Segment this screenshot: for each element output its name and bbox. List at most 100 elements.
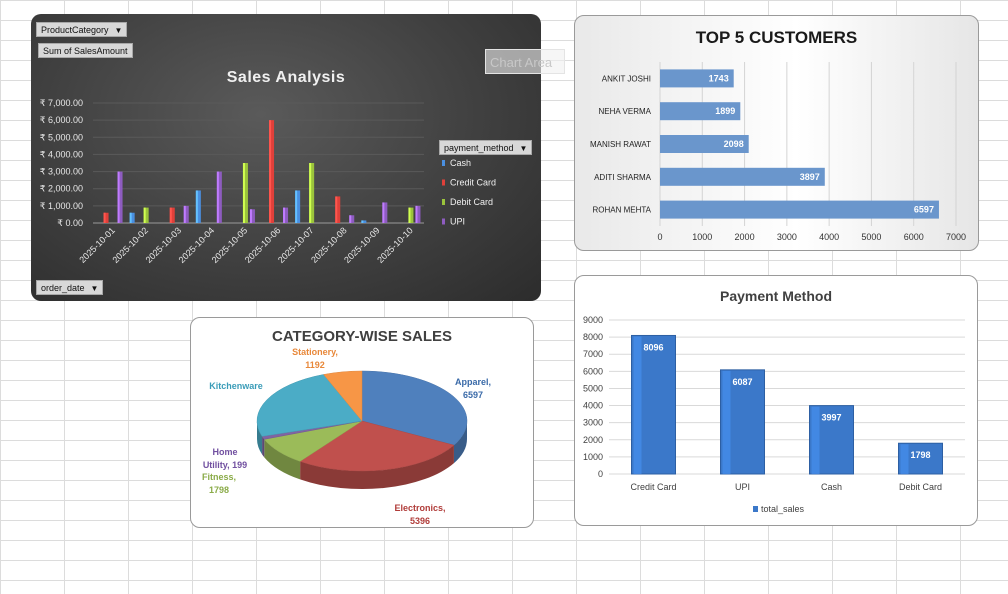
- customer-bar-label: 1743: [709, 73, 729, 83]
- sales-bar-highlight: [269, 120, 272, 223]
- y-tick-label: 4000: [583, 401, 603, 411]
- customer-bar: [660, 200, 939, 219]
- x-tick-label: 3000: [777, 232, 797, 242]
- payment-bar-highlight: [811, 406, 820, 474]
- chevron-down-icon: ▼: [519, 144, 528, 153]
- sales-bar-highlight: [349, 215, 352, 223]
- sales-bar-highlight: [242, 163, 245, 223]
- x-tick-label: 0: [657, 232, 662, 242]
- pie-slice-side: [262, 436, 265, 458]
- legend-swatch: [442, 160, 445, 166]
- chart-area-ghost-label: Chart Area: [485, 49, 565, 74]
- x-tick-label: Cash: [821, 482, 842, 492]
- sales-bar-highlight: [169, 207, 172, 223]
- x-tick-label: 2025-10-10: [375, 225, 415, 265]
- sales-bar-highlight: [216, 171, 219, 223]
- pie-label: Electronics,: [394, 503, 445, 513]
- legend-swatch: [753, 506, 758, 512]
- x-tick-label: Debit Card: [899, 482, 942, 492]
- y-tick-label: 6000: [583, 366, 603, 376]
- sales-bar-highlight: [129, 212, 132, 223]
- y-tick-label: ₹ 4,000.00: [40, 149, 83, 159]
- payment-bar-label: 6087: [732, 377, 752, 387]
- legend-swatch: [442, 218, 445, 225]
- legend-label: total_sales: [761, 504, 805, 514]
- x-tick-label: 6000: [904, 232, 924, 242]
- x-tick-label: 2000: [735, 232, 755, 242]
- customer-name-label: ROHAN MEHTA: [592, 206, 651, 215]
- legend-label: UPI: [450, 217, 465, 227]
- y-tick-label: ₹ 7,000.00: [40, 98, 83, 108]
- y-tick-label: 5000: [583, 383, 603, 393]
- pie-value-label: 6597: [463, 390, 483, 400]
- pie-value-label: 5396: [410, 516, 430, 526]
- legend-label: Debit Card: [450, 197, 493, 207]
- pie-label: Apparel,: [455, 377, 491, 387]
- customer-bar-label: 1899: [715, 106, 735, 116]
- legend-label: Cash: [450, 158, 471, 168]
- top-customers-chart[interactable]: TOP 5 CUSTOMERS 0 1000 2000 3000 4000 5000 600…: [574, 15, 979, 251]
- pie-value-label: 1192: [305, 360, 325, 370]
- customer-bar-label: 2098: [724, 139, 744, 149]
- customer-name-label: ANKIT JOSHI: [602, 74, 651, 83]
- sales-bar-highlight: [249, 209, 252, 223]
- x-tick-label: 1000: [692, 232, 712, 242]
- y-tick-label: ₹ 2,000.00: [40, 184, 83, 194]
- chevron-down-icon: ▼: [90, 284, 99, 293]
- x-tick-label: 4000: [819, 232, 839, 242]
- sales-analysis-chart[interactable]: ProductCategory ▼ Sum of SalesAmount Sale…: [31, 14, 541, 301]
- customer-bar-label: 3897: [800, 172, 820, 182]
- sales-bar-highlight: [295, 190, 298, 223]
- y-tick-label: 3000: [583, 418, 603, 428]
- y-tick-label: 0: [598, 469, 603, 479]
- sales-bar-highlight: [408, 207, 411, 223]
- payment-method-legend-label: payment_method: [444, 143, 514, 153]
- customer-name-label: MANISH RAWAT: [590, 140, 651, 149]
- top-customers-plot: 0 1000 2000 3000 4000 5000 6000 7000 1743 ANKIT J…: [590, 62, 966, 242]
- pie-label: Fitness,: [202, 472, 236, 482]
- sales-bar-highlight: [361, 220, 364, 223]
- customer-bar-label: 6597: [914, 205, 934, 215]
- x-tick-label: 7000: [946, 232, 966, 242]
- y-tick-label: 9000: [583, 315, 603, 325]
- payment-bar-highlight: [722, 370, 731, 474]
- order-date-axis-label: order_date: [41, 283, 85, 293]
- pie-label: Stationery,: [292, 347, 338, 357]
- legend-swatch: [442, 199, 445, 205]
- payment-bar-highlight: [633, 336, 642, 474]
- payment-method-legend-button[interactable]: payment_method ▼: [439, 140, 533, 155]
- y-tick-label: 1000: [583, 452, 603, 462]
- sales-bar-highlight: [335, 196, 338, 223]
- sales-bar-highlight: [117, 171, 120, 223]
- y-tick-label: ₹ 5,000.00: [40, 132, 83, 142]
- order-date-axis-button[interactable]: order_date ▼: [36, 280, 104, 295]
- payment-method-chart[interactable]: Payment Method 0 1000 2000 3000 4000 5000 6000…: [574, 275, 978, 526]
- pie-value-label: 1798: [209, 485, 229, 495]
- y-tick-label: 7000: [583, 349, 603, 359]
- sales-bar-highlight: [195, 190, 198, 223]
- y-tick-label: ₹ 1,000.00: [40, 201, 83, 211]
- payment-bar-highlight: [900, 444, 909, 474]
- payment-bar-label: 3997: [821, 413, 841, 423]
- sales-bar-highlight: [183, 205, 186, 223]
- y-tick-label: 8000: [583, 332, 603, 342]
- category-sales-chart[interactable]: CATEGORY-WISE SALES Apparel, 6597 Electron…: [190, 317, 534, 528]
- payment-method-plot: 0 1000 2000 3000 4000 5000 6000 7000 8000 9000 809…: [583, 315, 965, 514]
- payment-bar-label: 8096: [643, 342, 663, 352]
- category-sales-plot: Apparel, 6597 Electronics, 5396 Fitness, 1798…: [202, 347, 491, 526]
- y-tick-label: ₹ 3,000.00: [40, 167, 83, 177]
- sales-analysis-plot: ₹ 0.00 ₹ 1,000.00 ₹ 2,000.00 ₹ 3,000.00 ₹ 4,…: [40, 98, 496, 265]
- y-tick-label: ₹ 6,000.00: [40, 115, 83, 125]
- sales-bar-highlight: [309, 163, 312, 223]
- pie-label: Home: [212, 447, 237, 457]
- x-tick-label: Credit Card: [630, 482, 676, 492]
- customer-name-label: ADITI SHARMA: [594, 173, 652, 182]
- sales-bar-highlight: [415, 205, 418, 223]
- x-tick-label: 5000: [861, 232, 881, 242]
- pie-label: Kitchenware: [209, 381, 263, 391]
- payment-bar-label: 1798: [910, 450, 930, 460]
- x-tick-label: UPI: [735, 482, 750, 492]
- y-tick-label: 2000: [583, 435, 603, 445]
- customer-name-label: NEHA VERMA: [599, 107, 652, 116]
- sales-bar-highlight: [283, 207, 286, 223]
